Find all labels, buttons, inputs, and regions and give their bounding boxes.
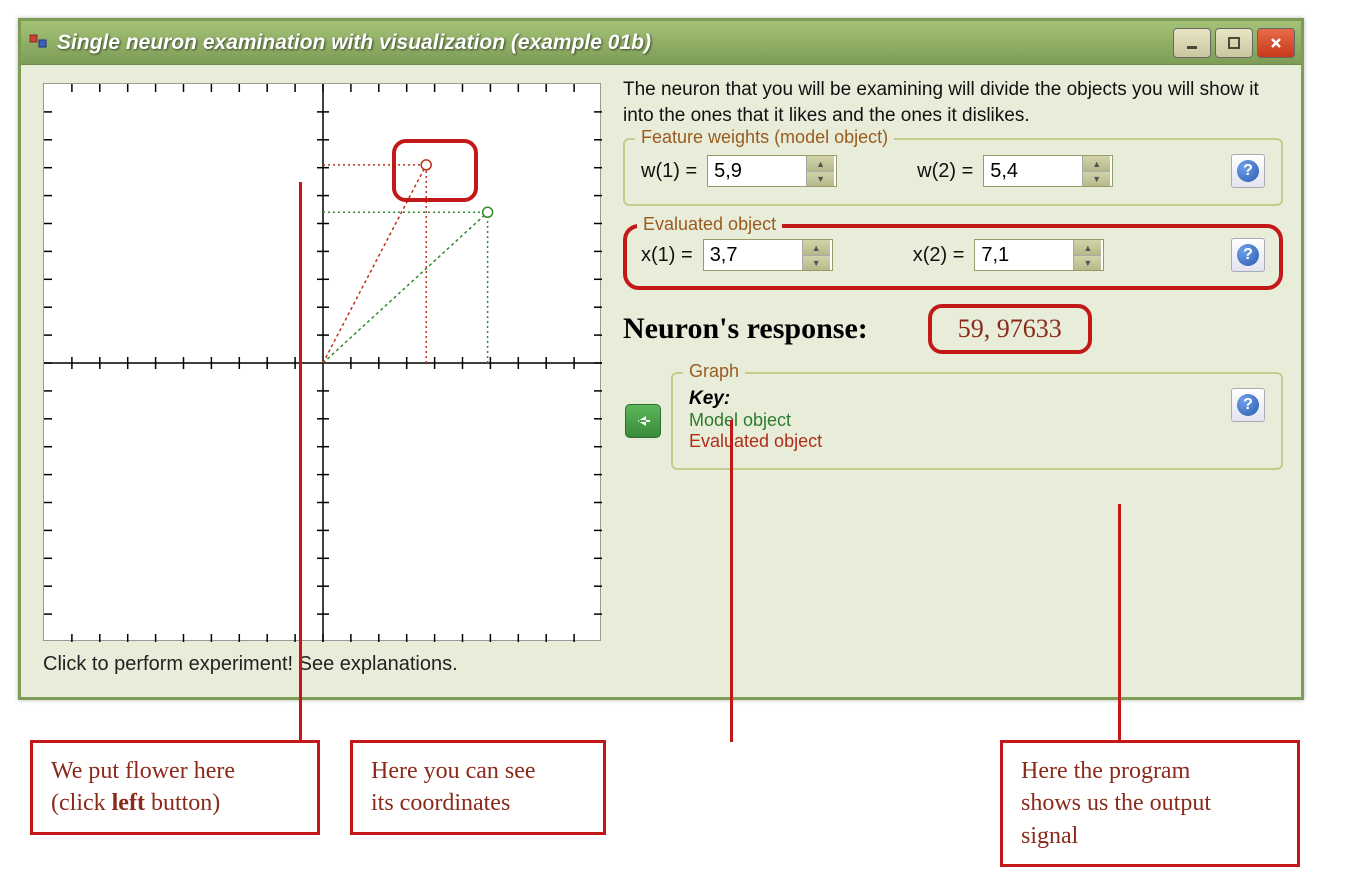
right-panel: The neuron that you will be examining wi… — [623, 77, 1283, 488]
x2-down-button[interactable]: ▼ — [1073, 255, 1101, 271]
window-title: Single neuron examination with visualiza… — [57, 31, 1173, 55]
callout-text: shows us the output — [1021, 790, 1211, 816]
app-window: Single neuron examination with visualiza… — [18, 18, 1304, 700]
weights-help-button[interactable]: ? — [1231, 154, 1265, 188]
help-icon: ? — [1237, 394, 1259, 416]
minimize-button[interactable] — [1173, 28, 1211, 58]
x2-spinner[interactable]: ▲ ▼ — [974, 239, 1104, 271]
callout-text: We put flower here — [51, 758, 235, 784]
callout-flower: We put flower here (click left button) — [30, 740, 320, 835]
callout-line — [730, 420, 733, 742]
callout-coordinates: Here you can see its coordinates — [350, 740, 606, 835]
graph-key-group: Graph Key: Model object Evaluated object… — [671, 372, 1283, 470]
titlebar: Single neuron examination with visualiza… — [21, 21, 1301, 65]
window-content: Click to perform experiment! See explana… — [21, 65, 1301, 697]
key-model-label: Model object — [689, 410, 822, 431]
callout-text: its coordinates — [371, 790, 510, 816]
x2-up-button[interactable]: ▲ — [1073, 240, 1101, 255]
x1-down-button[interactable]: ▼ — [802, 255, 830, 271]
help-icon: ? — [1237, 244, 1259, 266]
x1-spinner[interactable]: ▲ ▼ — [703, 239, 833, 271]
help-icon: ? — [1237, 160, 1259, 182]
callout-output: Here the program shows us the output sig… — [1000, 740, 1300, 867]
key-label: Key: — [689, 388, 822, 410]
x2-input[interactable] — [975, 240, 1073, 270]
x2-label: x(2) = — [913, 244, 965, 267]
callout-text: left — [112, 790, 145, 816]
weights-group: Feature weights (model object) w(1) = ▲ … — [623, 138, 1283, 206]
w2-down-button[interactable]: ▼ — [1082, 171, 1110, 187]
x1-up-button[interactable]: ▲ — [802, 240, 830, 255]
response-value: 59, 97633 — [928, 304, 1092, 354]
w1-label: w(1) = — [641, 160, 697, 183]
w2-up-button[interactable]: ▲ — [1082, 156, 1110, 171]
w1-spinner[interactable]: ▲ ▼ — [707, 155, 837, 187]
callout-text: (click — [51, 790, 112, 816]
callout-text: Here the program — [1021, 758, 1190, 784]
w2-spinner[interactable]: ▲ ▼ — [983, 155, 1113, 187]
callout-text: button) — [145, 790, 220, 816]
back-button[interactable] — [625, 404, 661, 438]
evaluated-help-button[interactable]: ? — [1231, 238, 1265, 272]
w1-down-button[interactable]: ▼ — [806, 171, 834, 187]
callout-line — [299, 182, 302, 742]
arrow-left-icon — [634, 414, 652, 428]
evaluated-group: Evaluated object x(1) = ▲ ▼ x(2) = — [623, 224, 1283, 290]
w2-label: w(2) = — [917, 160, 973, 183]
app-icon — [27, 32, 49, 54]
x1-label: x(1) = — [641, 244, 693, 267]
key-eval-label: Evaluated object — [689, 431, 822, 452]
plot-svg — [44, 84, 602, 642]
x1-input[interactable] — [704, 240, 802, 270]
w2-input[interactable] — [984, 156, 1082, 186]
eval-point-highlight — [392, 139, 478, 202]
intro-text: The neuron that you will be examining wi… — [623, 77, 1283, 128]
callout-line — [1118, 504, 1121, 742]
response-label: Neuron's response: — [623, 312, 868, 346]
w1-input[interactable] — [708, 156, 806, 186]
weights-group-title: Feature weights (model object) — [635, 127, 894, 148]
plot-area[interactable] — [43, 83, 601, 641]
close-button[interactable] — [1257, 28, 1295, 58]
maximize-button[interactable] — [1215, 28, 1253, 58]
graph-group-title: Graph — [683, 361, 745, 382]
callout-text: signal — [1021, 823, 1078, 849]
response-row: Neuron's response: 59, 97633 — [623, 304, 1283, 354]
evaluated-group-title: Evaluated object — [637, 214, 782, 235]
plot-caption: Click to perform experiment! See explana… — [43, 653, 458, 676]
w1-up-button[interactable]: ▲ — [806, 156, 834, 171]
callout-text: Here you can see — [371, 758, 536, 784]
graph-help-button[interactable]: ? — [1231, 388, 1265, 422]
